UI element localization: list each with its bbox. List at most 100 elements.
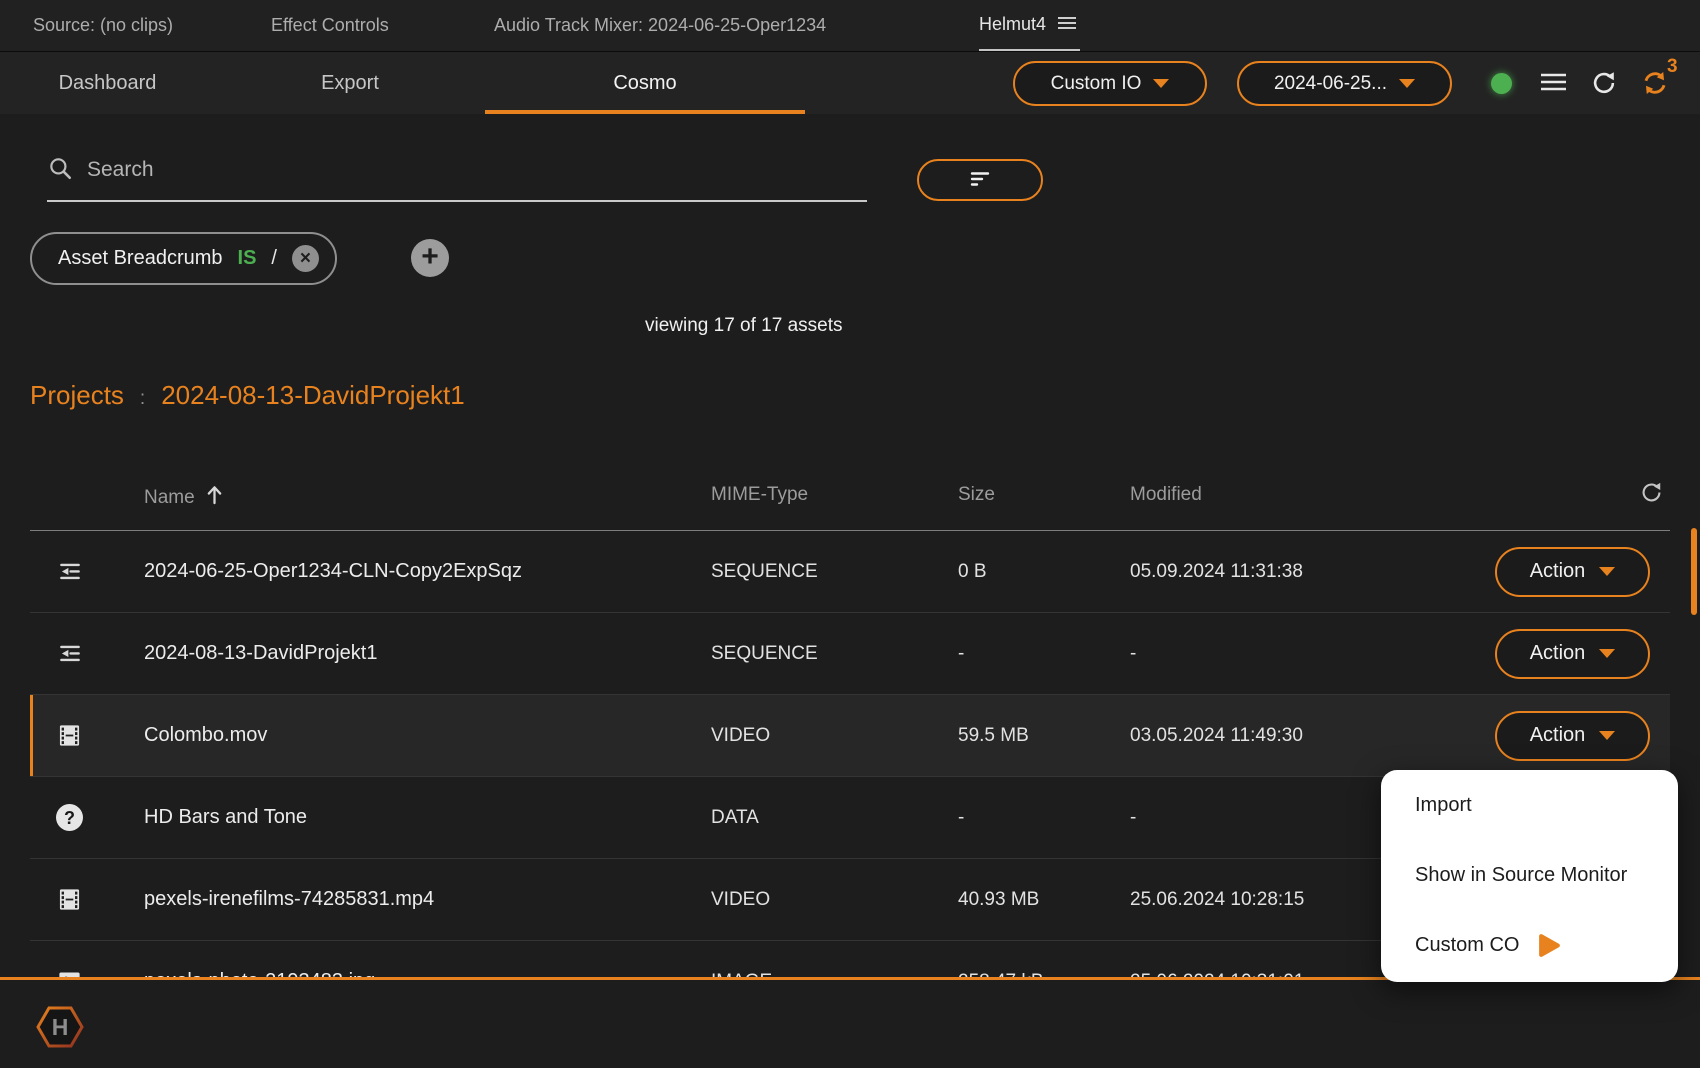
- tab-label: Export: [321, 71, 379, 94]
- menu-item-label: Show in Source Monitor: [1415, 863, 1628, 886]
- panel-tab-bar: Source: (no clips) Effect Controls Audio…: [0, 0, 1700, 52]
- search-input[interactable]: [87, 140, 867, 200]
- project-dropdown[interactable]: 2024-06-25...: [1237, 61, 1452, 106]
- panel-tab-effect-controls[interactable]: Effect Controls: [271, 0, 389, 51]
- chevron-down-icon: [1399, 79, 1416, 88]
- tab-label: Dashboard: [58, 71, 157, 94]
- asset-name: 2024-06-25-Oper1234-CLN-Copy2ExpSqz: [144, 560, 522, 582]
- column-header-label: Name: [144, 486, 195, 508]
- panel-tab-audio-track-mixer[interactable]: Audio Track Mixer: 2024-06-25-Oper1234: [494, 0, 826, 51]
- refresh-icon[interactable]: [1590, 69, 1618, 97]
- menu-item-show-in-source-monitor[interactable]: Show in Source Monitor: [1381, 840, 1678, 910]
- tab-label: Cosmo: [613, 71, 677, 94]
- action-cell: Action: [1495, 710, 1670, 761]
- sequence-icon: [56, 559, 84, 585]
- chevron-down-icon: [1599, 731, 1616, 740]
- custom-io-dropdown[interactable]: Custom IO: [1013, 61, 1207, 106]
- panel-tab-label: Source: (no clips): [33, 15, 174, 35]
- action-button[interactable]: Action: [1495, 628, 1650, 679]
- action-context-menu: Import Show in Source Monitor Custom CO: [1381, 770, 1678, 982]
- asset-size: 40.93 MB: [958, 888, 1040, 910]
- panel-tab-helmut4[interactable]: Helmut4: [979, 0, 1081, 51]
- filter-chip-value: /: [271, 247, 277, 269]
- asset-mime: SEQUENCE: [711, 560, 818, 582]
- asset-type-cell: [30, 722, 144, 749]
- menu-item-import[interactable]: Import: [1381, 770, 1678, 840]
- menu-item-label: Import: [1415, 793, 1472, 816]
- asset-mime: VIDEO: [711, 724, 771, 746]
- asset-modified: 03.05.2024 11:49:30: [1130, 724, 1303, 746]
- table-row[interactable]: 2024-08-13-DavidProjekt1 SEQUENCE - - Ac…: [30, 613, 1670, 695]
- filter-chip-operator: IS: [237, 247, 257, 269]
- breadcrumb-root[interactable]: Projects: [30, 380, 124, 411]
- panel-tab-label: Effect Controls: [271, 15, 389, 35]
- asset-mime: DATA: [711, 806, 759, 828]
- asset-mime: SEQUENCE: [711, 642, 818, 664]
- table-refresh-icon[interactable]: [1639, 480, 1664, 505]
- helmut-nav-bar: Dashboard Export Cosmo Custom IO 2024-06…: [0, 52, 1700, 114]
- tab-dashboard[interactable]: Dashboard: [0, 52, 215, 114]
- column-header-size[interactable]: Size: [958, 484, 995, 506]
- asset-size: 59.5 MB: [958, 724, 1029, 746]
- filmstrip-icon: [56, 722, 83, 749]
- panel-tab-label: Audio Track Mixer: 2024-06-25-Oper1234: [494, 15, 827, 35]
- panel-menu-icon[interactable]: [1058, 14, 1077, 35]
- image-icon: [56, 968, 83, 977]
- action-button[interactable]: Action: [1495, 546, 1650, 597]
- asset-modified: 05.09.2024 11:31:38: [1130, 560, 1303, 582]
- add-filter-button[interactable]: [411, 239, 449, 277]
- breadcrumb-current[interactable]: 2024-08-13-DavidProjekt1: [161, 380, 465, 411]
- action-button-label: Action: [1529, 724, 1586, 746]
- filmstrip-icon: [56, 886, 83, 913]
- sort-filter-button[interactable]: [917, 159, 1043, 201]
- sequence-icon: [56, 641, 84, 667]
- action-button-label: Action: [1529, 642, 1586, 664]
- column-header-name[interactable]: Name: [144, 484, 224, 511]
- column-header-modified[interactable]: Modified: [1130, 484, 1202, 506]
- asset-name: pexels-photo-2193483.jpg: [144, 970, 711, 977]
- asset-name: pexels-irenefilms-74285831.mp4: [144, 888, 435, 910]
- tab-cosmo[interactable]: Cosmo: [485, 52, 805, 114]
- chevron-down-icon: [1599, 649, 1616, 658]
- table-row-selected[interactable]: Colombo.mov VIDEO 59.5 MB 03.05.2024 11:…: [30, 695, 1670, 777]
- vertical-scrollbar-thumb[interactable]: [1691, 528, 1697, 615]
- asset-type-cell: [30, 886, 144, 913]
- list-view-button[interactable]: [1541, 72, 1566, 92]
- asset-type-cell: [30, 559, 144, 585]
- sync-icon[interactable]: [1640, 68, 1670, 98]
- asset-mime: VIDEO: [711, 888, 771, 910]
- filter-chip-field: Asset Breadcrumb: [58, 247, 223, 269]
- action-button-label: Action: [1529, 560, 1586, 582]
- sync-count-badge: 3: [1667, 56, 1678, 77]
- asset-size: -: [958, 642, 965, 664]
- submenu-arrow-icon: [1537, 932, 1562, 959]
- remove-filter-icon[interactable]: [291, 245, 319, 272]
- project-dropdown-label: 2024-06-25...: [1273, 72, 1388, 94]
- asset-size: 0 B: [958, 560, 987, 582]
- breadcrumb: Projects : 2024-08-13-DavidProjekt1: [30, 380, 465, 411]
- search-icon: [47, 155, 73, 186]
- sort-ascending-icon: [205, 484, 224, 511]
- sort-lines-icon: [967, 167, 993, 194]
- asset-type-cell: [30, 968, 144, 977]
- asset-name: Colombo.mov: [144, 724, 268, 746]
- action-button[interactable]: Action: [1495, 710, 1650, 761]
- helmut4-panel: Source: (no clips) Effect Controls Audio…: [0, 0, 1700, 1068]
- action-cell: Action: [1495, 546, 1670, 597]
- asset-modified: -: [1130, 642, 1137, 664]
- chevron-down-icon: [1599, 567, 1616, 576]
- chevron-down-icon: [1153, 79, 1170, 88]
- logo-letter: H: [52, 1014, 69, 1040]
- filter-chip-asset-breadcrumb[interactable]: Asset Breadcrumb IS /: [30, 232, 337, 285]
- asset-name: HD Bars and Tone: [144, 806, 308, 828]
- menu-item-label: Custom CO: [1415, 933, 1520, 956]
- panel-tab-label: Helmut4: [979, 14, 1047, 34]
- question-circle-icon: [56, 804, 83, 831]
- panel-tab-source[interactable]: Source: (no clips): [33, 0, 173, 51]
- column-header-mime[interactable]: MIME-Type: [711, 484, 808, 506]
- menu-item-custom-co[interactable]: Custom CO: [1381, 910, 1678, 980]
- table-row[interactable]: 2024-06-25-Oper1234-CLN-Copy2ExpSqz SEQU…: [30, 531, 1670, 613]
- asset-type-cell: [30, 804, 144, 831]
- tab-export[interactable]: Export: [215, 52, 485, 114]
- custom-io-label: Custom IO: [1050, 72, 1142, 94]
